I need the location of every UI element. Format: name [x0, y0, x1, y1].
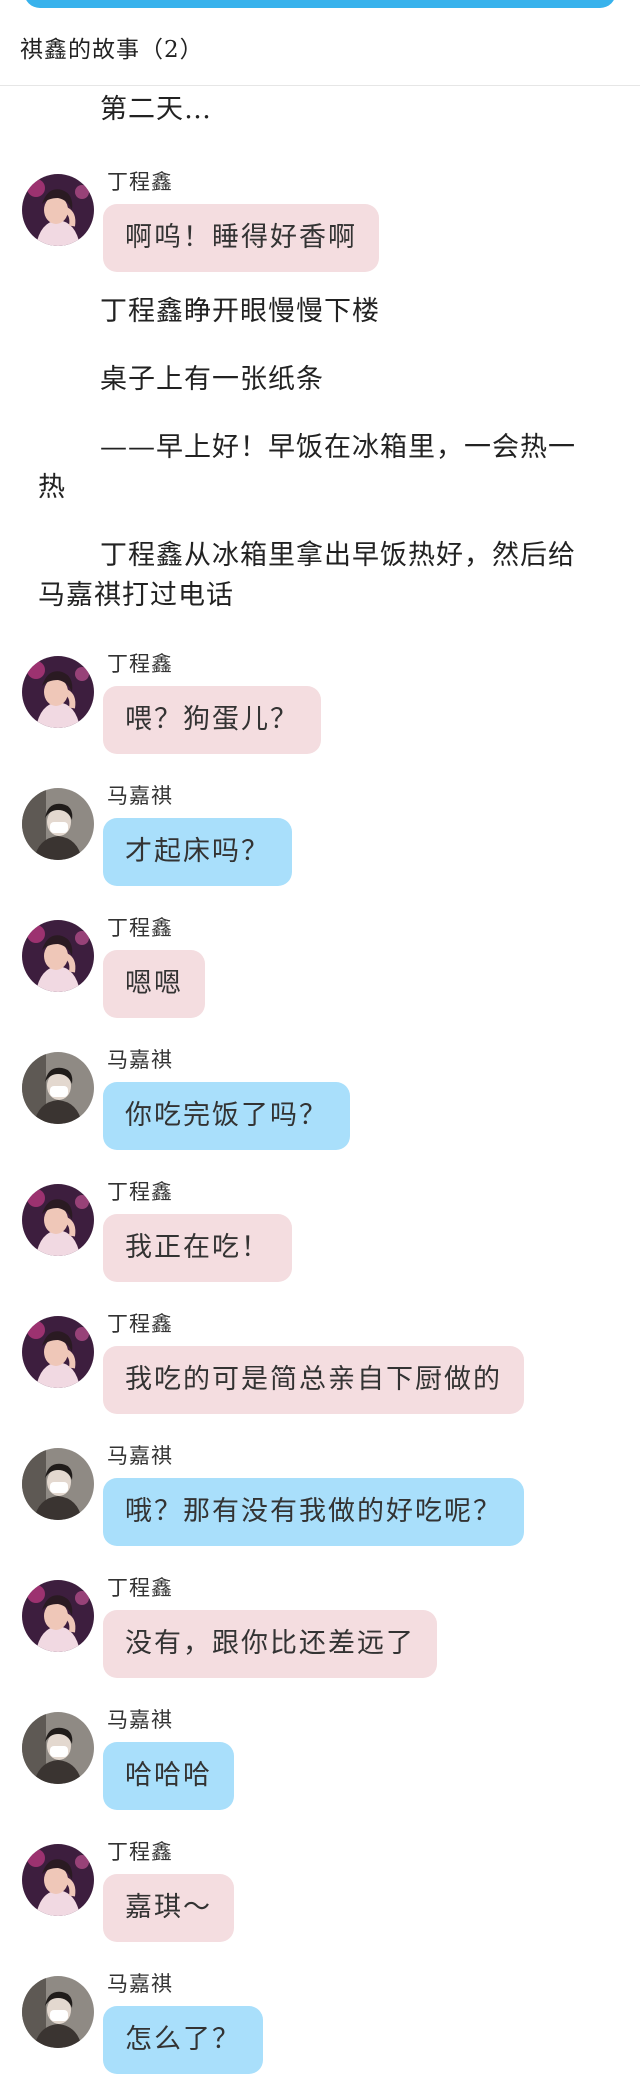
- sender-name: 马嘉祺: [107, 784, 173, 808]
- message-bubble: 喂？狗蛋儿？: [103, 686, 321, 754]
- message-bubble: 没有，跟你比还差远了: [103, 1610, 437, 1678]
- portrait-ma: [22, 1052, 94, 1124]
- portrait-ding: [22, 920, 94, 992]
- sender-name: 丁程鑫: [107, 170, 173, 194]
- avatar[interactable]: [22, 1844, 94, 1916]
- narration: 桌子上有一张纸条: [100, 364, 324, 395]
- avatar[interactable]: [22, 656, 94, 728]
- message-bubble: 我吃的可是简总亲自下厨做的: [103, 1346, 524, 1414]
- avatar[interactable]: [22, 1316, 94, 1388]
- page-title: 祺鑫的故事（2）: [20, 37, 204, 63]
- message-bubble: 你吃完饭了吗？: [103, 1082, 350, 1150]
- avatar[interactable]: [22, 1976, 94, 2048]
- sender-name: 马嘉祺: [107, 1972, 173, 1996]
- portrait-ma: [22, 1976, 94, 2048]
- narration: ——早上好！早饭在冰箱里，一会热一热: [38, 432, 576, 503]
- sender-name: 丁程鑫: [107, 916, 173, 940]
- portrait-ding: [22, 174, 94, 246]
- sender-name: 丁程鑫: [107, 1840, 173, 1864]
- sender-name: 马嘉祺: [107, 1444, 173, 1468]
- message-bubble: 嘉琪～: [103, 1874, 234, 1942]
- portrait-ding: [22, 1184, 94, 1256]
- narration: 丁程鑫睁开眼慢慢下楼: [100, 296, 380, 327]
- portrait-ma: [22, 1448, 94, 1520]
- message-bubble: 哦？那有没有我做的好吃呢？: [103, 1478, 524, 1546]
- portrait-ma: [22, 788, 94, 860]
- avatar[interactable]: [22, 788, 94, 860]
- sender-name: 马嘉祺: [107, 1048, 173, 1072]
- portrait-ding: [22, 1316, 94, 1388]
- sender-name: 丁程鑫: [107, 1312, 173, 1336]
- portrait-ma: [22, 1712, 94, 1784]
- avatar[interactable]: [22, 920, 94, 992]
- sender-name: 丁程鑫: [107, 1180, 173, 1204]
- message-bubble: 哈哈哈: [103, 1742, 234, 1810]
- avatar[interactable]: [22, 1184, 94, 1256]
- sender-name: 丁程鑫: [107, 1576, 173, 1600]
- header: 祺鑫的故事（2）: [0, 0, 640, 86]
- sender-name: 丁程鑫: [107, 652, 173, 676]
- message-bubble: 怎么了？: [103, 2006, 263, 2074]
- narration: 第二天…: [100, 94, 212, 125]
- portrait-ding: [22, 1580, 94, 1652]
- message-bubble: 才起床吗？: [103, 818, 292, 886]
- sender-name: 马嘉祺: [107, 1708, 173, 1732]
- message-bubble: 嗯嗯: [103, 950, 205, 1018]
- narration: 丁程鑫从冰箱里拿出早饭热好，然后给马嘉祺打过电话: [38, 540, 576, 611]
- message-bubble: 我正在吃！: [103, 1214, 292, 1282]
- message-bubble: 啊呜！睡得好香啊: [103, 204, 379, 272]
- avatar[interactable]: [22, 1448, 94, 1520]
- portrait-ding: [22, 656, 94, 728]
- portrait-ding: [22, 1844, 94, 1916]
- avatar[interactable]: [22, 1712, 94, 1784]
- avatar[interactable]: [22, 174, 94, 246]
- avatar[interactable]: [22, 1052, 94, 1124]
- avatar[interactable]: [22, 1580, 94, 1652]
